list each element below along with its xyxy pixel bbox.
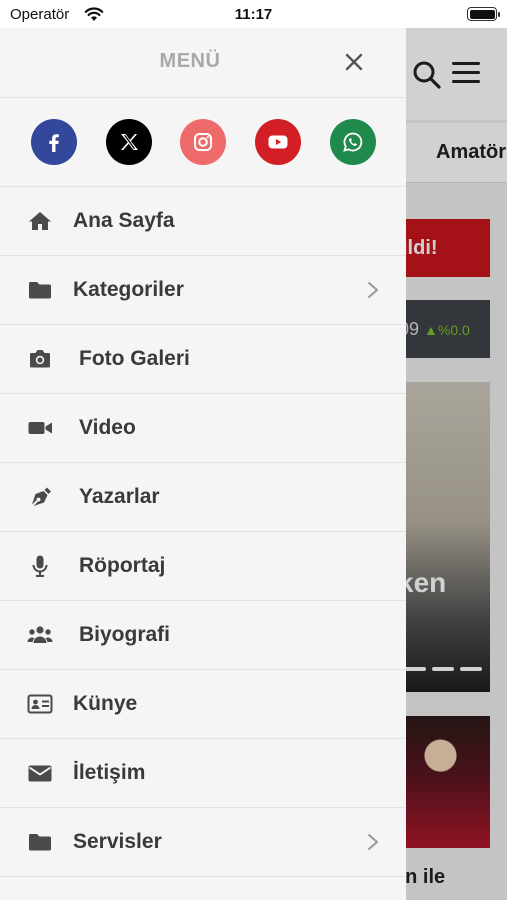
camera-icon — [27, 347, 53, 371]
drawer-header: MENÜ — [0, 28, 406, 98]
x-logo-icon — [121, 134, 138, 150]
pen-nib-icon — [27, 485, 53, 509]
whatsapp-icon — [343, 132, 363, 152]
battery-icon — [467, 7, 500, 21]
menu-item-label: Yazarlar — [79, 485, 160, 508]
social-links — [0, 98, 406, 187]
instagram-icon — [194, 133, 212, 151]
menu-item-label: Biyografi — [79, 623, 171, 646]
menu-item-label: Foto Galeri — [79, 347, 190, 370]
side-menu-drawer: MENÜ Ana Sayfa Kategoriler Foto Galeri V… — [0, 28, 406, 900]
home-icon — [27, 209, 53, 233]
microphone-icon — [27, 554, 53, 578]
menu-item-kunye[interactable]: Künye — [0, 670, 406, 739]
menu-list: Ana Sayfa Kategoriler Foto Galeri Video … — [0, 187, 406, 877]
instagram-button[interactable] — [180, 119, 226, 165]
facebook-icon — [49, 134, 59, 152]
close-icon[interactable] — [340, 48, 368, 76]
menu-item-biyografi[interactable]: Biyografi — [0, 601, 406, 670]
menu-item-label: Ana Sayfa — [73, 209, 175, 232]
whatsapp-button[interactable] — [330, 119, 376, 165]
menu-item-label: Video — [79, 416, 136, 439]
menu-item-label: Künye — [73, 692, 138, 715]
menu-item-label: İletişim — [73, 761, 146, 784]
menu-item-video[interactable]: Video — [0, 394, 406, 463]
menu-item-foto-galeri[interactable]: Foto Galeri — [0, 325, 406, 394]
menu-item-iletisim[interactable]: İletişim — [0, 739, 406, 808]
menu-item-ana-sayfa[interactable]: Ana Sayfa — [0, 187, 406, 256]
x-button[interactable] — [106, 119, 152, 165]
envelope-icon — [27, 761, 53, 785]
menu-item-label: Kategoriler — [73, 278, 184, 301]
chevron-right-icon — [368, 282, 378, 298]
youtube-button[interactable] — [255, 119, 301, 165]
drawer-title: MENÜ — [159, 50, 221, 72]
clock: 11:17 — [234, 6, 273, 23]
menu-item-servisler[interactable]: Servisler — [0, 808, 406, 877]
video-icon — [27, 416, 53, 440]
menu-item-kategoriler[interactable]: Kategoriler — [0, 256, 406, 325]
menu-item-yazarlar[interactable]: Yazarlar — [0, 463, 406, 532]
status-bar: Operatör 11:17 — [0, 0, 507, 28]
folder-icon — [27, 830, 53, 854]
menu-item-label: Röportaj — [79, 554, 166, 577]
folder-icon — [27, 278, 53, 302]
chevron-right-icon — [368, 834, 378, 850]
menu-item-label: Servisler — [73, 830, 162, 853]
facebook-button[interactable] — [31, 119, 77, 165]
youtube-icon — [268, 135, 288, 149]
id-card-icon — [27, 692, 53, 716]
menu-item-roportaj[interactable]: Röportaj — [0, 532, 406, 601]
users-icon — [27, 623, 53, 647]
